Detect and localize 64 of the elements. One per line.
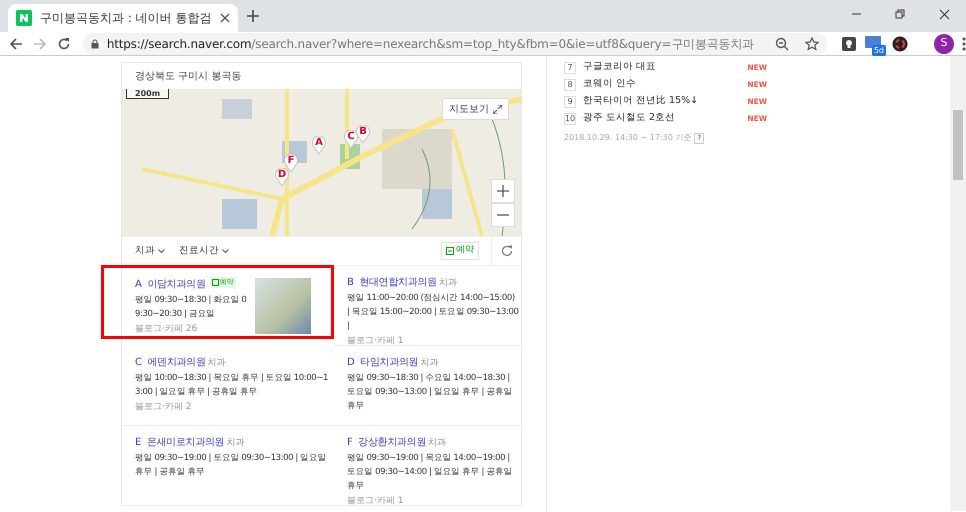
close-icon[interactable] bbox=[938, 8, 950, 20]
restore-icon[interactable] bbox=[894, 8, 906, 20]
scroll-thumb[interactable] bbox=[953, 110, 963, 180]
rank-number: 9 bbox=[564, 96, 576, 108]
map-marker[interactable]: A bbox=[312, 136, 326, 154]
color-wheel-icon[interactable] bbox=[892, 36, 908, 52]
clinic-hours: 평일 09:30~18:30 | 화요일 09:30~20:30 | 금요일 bbox=[135, 294, 248, 320]
clinic-hours: 평일 09:30~18:30 | 수요일 14:00~18:30 | 토요일 09:30~13:00 | 일요일 휴무 | 공휴일 휴무 bbox=[347, 372, 514, 412]
rank-number: 10 bbox=[564, 112, 576, 124]
map-scale: 200m bbox=[126, 89, 170, 99]
clinic-category: 치과 bbox=[428, 438, 446, 448]
clinic-name-link[interactable]: B 현대연합치과의원 bbox=[347, 277, 437, 288]
review-count: 블로그·카페 26 bbox=[135, 322, 198, 334]
refresh-icon[interactable] bbox=[500, 245, 512, 257]
map-marker[interactable]: C bbox=[344, 130, 358, 148]
rank-number: 8 bbox=[564, 78, 576, 90]
clinic-hours: 평일 10:00~18:30 | 목요일 휴무 | 토요일 10:00~13:00 | 일요일 휴무 | 공휴일 휴무 bbox=[135, 372, 329, 398]
caret-icon bbox=[158, 248, 165, 254]
profile-avatar[interactable]: S bbox=[934, 34, 954, 54]
review-count: 블로그·카페 2 bbox=[135, 400, 192, 412]
tab-title: 구미봉곡동치과 : 네이버 통합검 bbox=[40, 10, 212, 27]
zoom-out-icon[interactable] bbox=[774, 36, 789, 50]
clinic-name-link[interactable]: D 타임치과의원 bbox=[347, 357, 418, 368]
lock-icon bbox=[90, 38, 99, 48]
bulb-icon[interactable] bbox=[842, 36, 856, 50]
rank-number: 7 bbox=[564, 62, 576, 74]
review-count: 블로그·카페 1 bbox=[347, 494, 404, 506]
clinic-hours: 평일 09:30~19:00 | 목요일 14:00~19:00 | 토요일 09:30~14:00 | 일요일 휴무 | 공휴일 휴무 bbox=[347, 452, 514, 492]
clinic-category: 치과 bbox=[438, 278, 457, 288]
map-marker[interactable]: F bbox=[284, 154, 298, 172]
clinic-name-link[interactable]: A 이담치과의원 bbox=[135, 279, 206, 290]
browser-tab[interactable]: 구미봉곡동치과 : 네이버 통합검 bbox=[8, 4, 238, 32]
review-count: 블로그·카페 1 bbox=[347, 334, 404, 346]
clinic-hours: 평일 11:00~20:00 (점심시간 14:00~15:00) | 목요일 15:00~20:00 | 토요일 09:30~13:00 | bbox=[347, 292, 519, 332]
expand-icon bbox=[493, 104, 502, 114]
new-tab-icon[interactable] bbox=[246, 10, 258, 22]
location-title: 경상북도 구미시 봉곡동 bbox=[135, 70, 242, 84]
calendar-icon bbox=[446, 247, 454, 255]
star-icon[interactable] bbox=[804, 36, 819, 50]
filter-dropdown[interactable]: 치과 bbox=[135, 244, 165, 258]
address-bar[interactable]: https://search.naver.com/search.naver?where=nexearch&sm=top_hty&fbm=0&ie=utf8&query=구미봉곡동치과 bbox=[82, 32, 827, 54]
clinic-category: 치과 bbox=[226, 438, 244, 448]
update-time: 2018.10.29. 14:30 ~ 17:30 기준 bbox=[564, 132, 692, 144]
map-view-button[interactable]: 지도보기 bbox=[442, 98, 509, 120]
trend-link[interactable]: 광주 도시철도 2호선 bbox=[583, 111, 676, 126]
filter-dropdown[interactable]: 진료시간 bbox=[179, 244, 229, 258]
site-favicon bbox=[16, 10, 32, 26]
trend-link[interactable]: 코웨이 인수 bbox=[583, 77, 636, 92]
clinic-hours: 평일 09:30~19:00 | 토요일 09:30~13:00 | 일요일 휴무 | 공휴일 휴무 bbox=[135, 452, 327, 478]
url-text: https://search.naver.com/search.naver?where=nexearch&sm=top_hty&fbm=0&ie=utf8&query=구미봉곡동치과 bbox=[106, 36, 755, 52]
clinic-category: 치과 bbox=[420, 358, 438, 368]
back-icon[interactable] bbox=[8, 36, 23, 50]
clinic-name-link[interactable]: C 에덴치과의원 bbox=[135, 357, 206, 368]
zoom-in-icon[interactable] bbox=[497, 185, 509, 197]
clinic-name-link[interactable]: E 온새미로치과의원 bbox=[135, 437, 224, 448]
menu-icon[interactable] bbox=[962, 36, 966, 50]
caret-icon bbox=[222, 248, 229, 254]
reload-icon[interactable] bbox=[56, 36, 71, 50]
map-marker[interactable]: D bbox=[275, 168, 289, 186]
trend-link[interactable]: 한국타이어 전년比 15%↓ bbox=[583, 94, 698, 109]
trend-link[interactable]: 구글코리아 대표 bbox=[583, 60, 656, 75]
close-icon[interactable] bbox=[220, 13, 230, 23]
clinic-name-link[interactable]: F 강상환치과의원 bbox=[347, 437, 426, 448]
clinic-category: 치과 bbox=[208, 358, 226, 368]
